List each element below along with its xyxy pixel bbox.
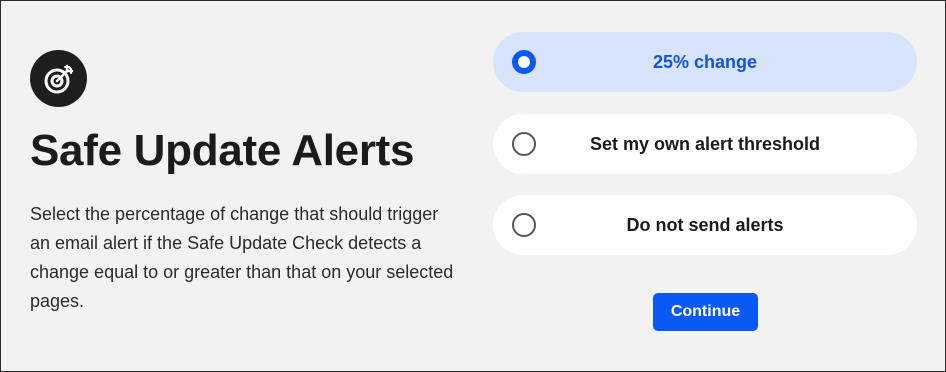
option-custom-threshold[interactable]: Set my own alert threshold	[493, 114, 917, 174]
radio-button-selected[interactable]	[512, 50, 536, 74]
option-label: 25% change	[652, 51, 758, 72]
page-title: Safe Update Alerts	[30, 126, 415, 175]
continue-button[interactable]: Continue	[653, 293, 758, 331]
option-label: Do not send alerts	[626, 214, 784, 235]
option-label: Set my own alert threshold	[589, 133, 821, 154]
alert-settings-panel: Safe Update Alerts Select the percentage…	[0, 0, 946, 372]
option-25-percent[interactable]: 25% change	[493, 32, 917, 92]
radio-button[interactable]	[512, 213, 536, 237]
page-description: Select the percentage of change that sho…	[30, 204, 454, 311]
target-icon	[30, 50, 87, 107]
option-no-alerts[interactable]: Do not send alerts	[493, 195, 917, 255]
radio-button[interactable]	[512, 132, 536, 156]
